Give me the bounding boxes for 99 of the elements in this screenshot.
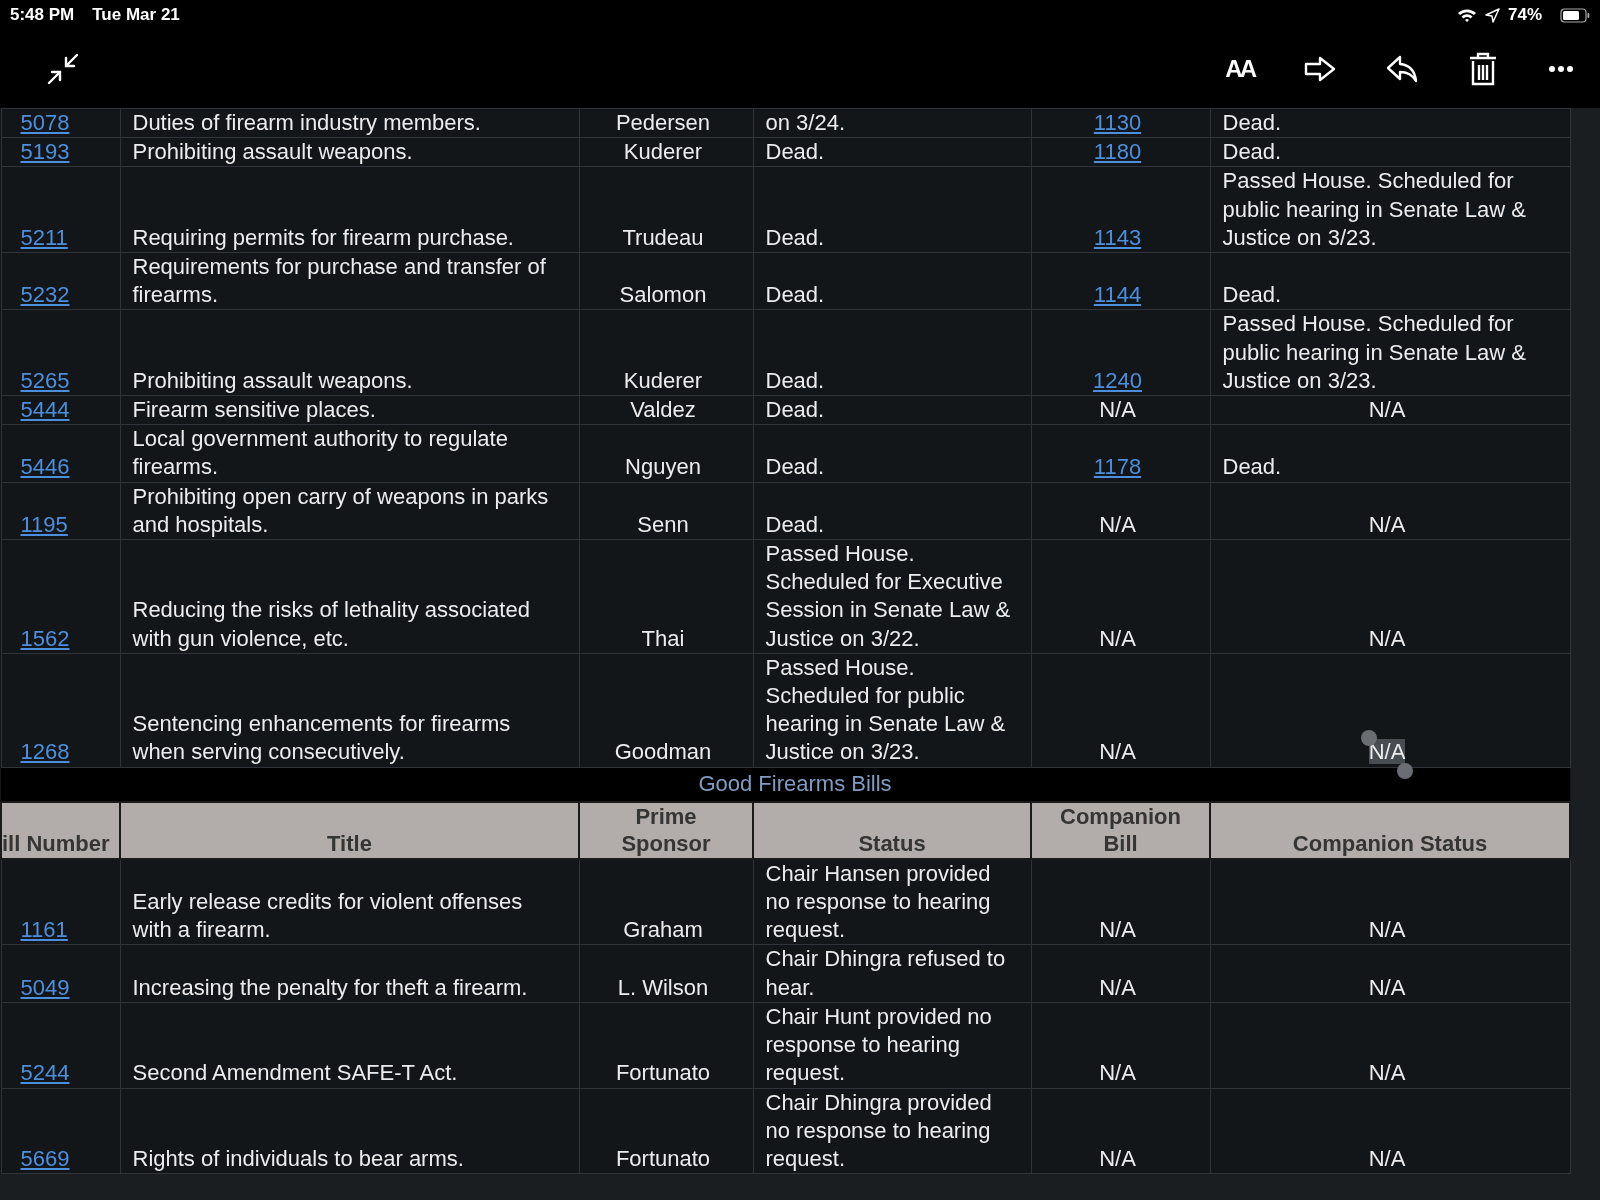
sponsor-name: Nguyen — [625, 454, 701, 480]
battery-percent: 74% — [1507, 5, 1542, 25]
companion-status: N/A — [1368, 1060, 1406, 1086]
sponsor-name: Fortunato — [615, 1145, 711, 1171]
more-icon[interactable] — [1548, 65, 1574, 73]
companion-bill: N/A — [1099, 397, 1136, 423]
bill-status: Dead. — [765, 224, 825, 250]
bill-title: Duties of firearm industry members. — [132, 110, 481, 135]
companion-bill: N/A — [1099, 511, 1136, 537]
companion-status: Dead. — [1222, 110, 1282, 135]
bill-title: Requiring permits for firearm purchase. — [132, 224, 514, 250]
trash-icon[interactable] — [1468, 51, 1498, 87]
sponsor-name: Senn — [637, 511, 689, 537]
companion-status: Dead. — [1222, 282, 1282, 308]
column-header: Status — [753, 801, 1031, 859]
companion-status: Passed House. Scheduled for public hearing in Senate Law & Justice on 3/23. — [1222, 311, 1526, 393]
bill-link[interactable]: 1562 — [20, 625, 70, 651]
companion-status: Dead. — [1222, 139, 1282, 165]
bill-title: Sentencing enhancements for firearms when serving consecutively. — [132, 711, 511, 765]
bill-status: Chair Dhingra provided no response to hearing request. — [765, 1089, 992, 1171]
bill-link[interactable]: 5244 — [20, 1060, 70, 1086]
companion-bill-link[interactable]: 1144 — [1093, 282, 1142, 308]
sponsor-name: Trudeau — [622, 224, 704, 250]
location-arrow-icon — [1484, 7, 1500, 23]
bill-link[interactable]: 5232 — [20, 282, 70, 308]
text-size-button[interactable]: AA — [1225, 55, 1254, 83]
sponsor-name: Kuderer — [623, 367, 703, 393]
column-header: ill Number — [1, 801, 120, 859]
collapse-arrows-icon[interactable] — [46, 52, 80, 86]
bill-status: Dead. — [765, 367, 825, 393]
bill-status: Dead. — [765, 282, 825, 308]
bill-link[interactable]: 5669 — [20, 1145, 70, 1171]
companion-bill-link[interactable]: 1178 — [1093, 454, 1142, 480]
bill-title: Local government authority to regulate firearms. — [132, 426, 508, 480]
companion-bill: N/A — [1099, 917, 1136, 943]
bill-link[interactable]: 5265 — [20, 367, 70, 393]
sponsor-name: L. Wilson — [617, 974, 709, 1000]
bill-title: Rights of individuals to bear arms. — [132, 1145, 464, 1171]
sponsor-name: Kuderer — [623, 139, 703, 165]
bill-status: on 3/24. — [765, 110, 845, 135]
bill-title: Reducing the risks of lethality associated with gun violence, etc. — [132, 597, 530, 651]
bill-link[interactable]: 1161 — [20, 917, 68, 943]
wifi-icon — [1456, 7, 1477, 23]
bill-link[interactable]: 1195 — [20, 511, 68, 537]
bill-status: Passed House. Scheduled for Executive Session in Senate Law & Justice on 3/22. — [765, 541, 1011, 651]
bill-title: Firearm sensitive places. — [132, 397, 376, 423]
bill-status: Chair Hunt provided no response to hearing request. — [765, 1003, 992, 1086]
bill-title: Requirements for purchase and transfer of firearms. — [132, 254, 546, 308]
column-header: Prime Sponsor — [579, 801, 753, 859]
bill-status: Passed House. Scheduled for public hearing in Senate Law & Justice on 3/23. — [765, 654, 1006, 765]
bill-title: Early release credits for violent offenses with a firearm. — [132, 889, 523, 943]
bill-link[interactable]: 5211 — [20, 224, 68, 250]
bill-title: Prohibiting assault weapons. — [132, 367, 413, 393]
companion-bill: N/A — [1099, 739, 1136, 765]
companion-bill: N/A — [1099, 1145, 1136, 1171]
companion-status: N/A — [1368, 917, 1406, 943]
companion-bill: N/A — [1099, 1060, 1136, 1086]
sponsor-name: Salomon — [619, 282, 707, 308]
battery-icon — [1560, 7, 1590, 23]
bill-status: Chair Hansen provided no response to hearing request. — [765, 860, 991, 943]
bill-title: Prohibiting assault weapons. — [132, 139, 413, 165]
bill-status: Dead. — [765, 397, 825, 423]
companion-status: Dead. — [1222, 454, 1282, 480]
bill-link[interactable]: 1268 — [20, 739, 70, 765]
bill-title: Second Amendment SAFE-T Act. — [132, 1060, 458, 1086]
bill-status: Dead. — [765, 454, 825, 480]
companion-status: N/A — [1368, 511, 1406, 537]
companion-bill: N/A — [1099, 625, 1136, 651]
column-header: Companion Status — [1210, 801, 1570, 859]
bill-title: Increasing the penalty for theft a firearm. — [132, 974, 528, 1000]
section-title: Good Firearms Bills — [1, 767, 1570, 802]
sponsor-name: Thai — [641, 625, 685, 651]
bill-link[interactable]: 5049 — [20, 974, 70, 1000]
bill-title: Prohibiting open carry of weapons in parks and hospitals. — [132, 483, 549, 537]
bill-status: Chair Dhingra refused to hear. — [765, 946, 1006, 1000]
column-header: Companion Bill — [1031, 801, 1210, 859]
companion-bill: N/A — [1099, 974, 1136, 1000]
companion-status: N/A — [1368, 1145, 1406, 1171]
sponsor-name: Graham — [623, 917, 703, 943]
column-header: Title — [120, 801, 579, 859]
companion-bill-link[interactable]: 1143 — [1093, 224, 1142, 250]
companion-status: Passed House. Scheduled for public hearing in Senate Law & Justice on 3/23. — [1222, 168, 1526, 250]
companion-status: N/A — [1368, 625, 1406, 651]
sponsor-name: Pedersen — [615, 110, 711, 135]
forward-arrow-icon[interactable] — [1304, 56, 1336, 82]
companion-status: N/A — [1368, 974, 1406, 1000]
bill-link[interactable]: 5446 — [20, 454, 70, 480]
selection-handle[interactable] — [1397, 762, 1414, 779]
status-date: Tue Mar 21 — [92, 5, 180, 25]
sponsor-name: Valdez — [630, 397, 696, 423]
bill-status: Dead. — [765, 511, 825, 537]
companion-status: N/A — [1368, 739, 1406, 765]
status-time: 5:48 PM — [10, 5, 75, 25]
reply-arrow-icon[interactable] — [1386, 55, 1418, 83]
sponsor-name: Goodman — [614, 739, 712, 765]
companion-status: N/A — [1368, 397, 1406, 423]
sponsor-name: Fortunato — [615, 1060, 711, 1086]
bill-status: Dead. — [765, 139, 825, 165]
companion-bill-link[interactable]: 1240 — [1093, 367, 1142, 393]
